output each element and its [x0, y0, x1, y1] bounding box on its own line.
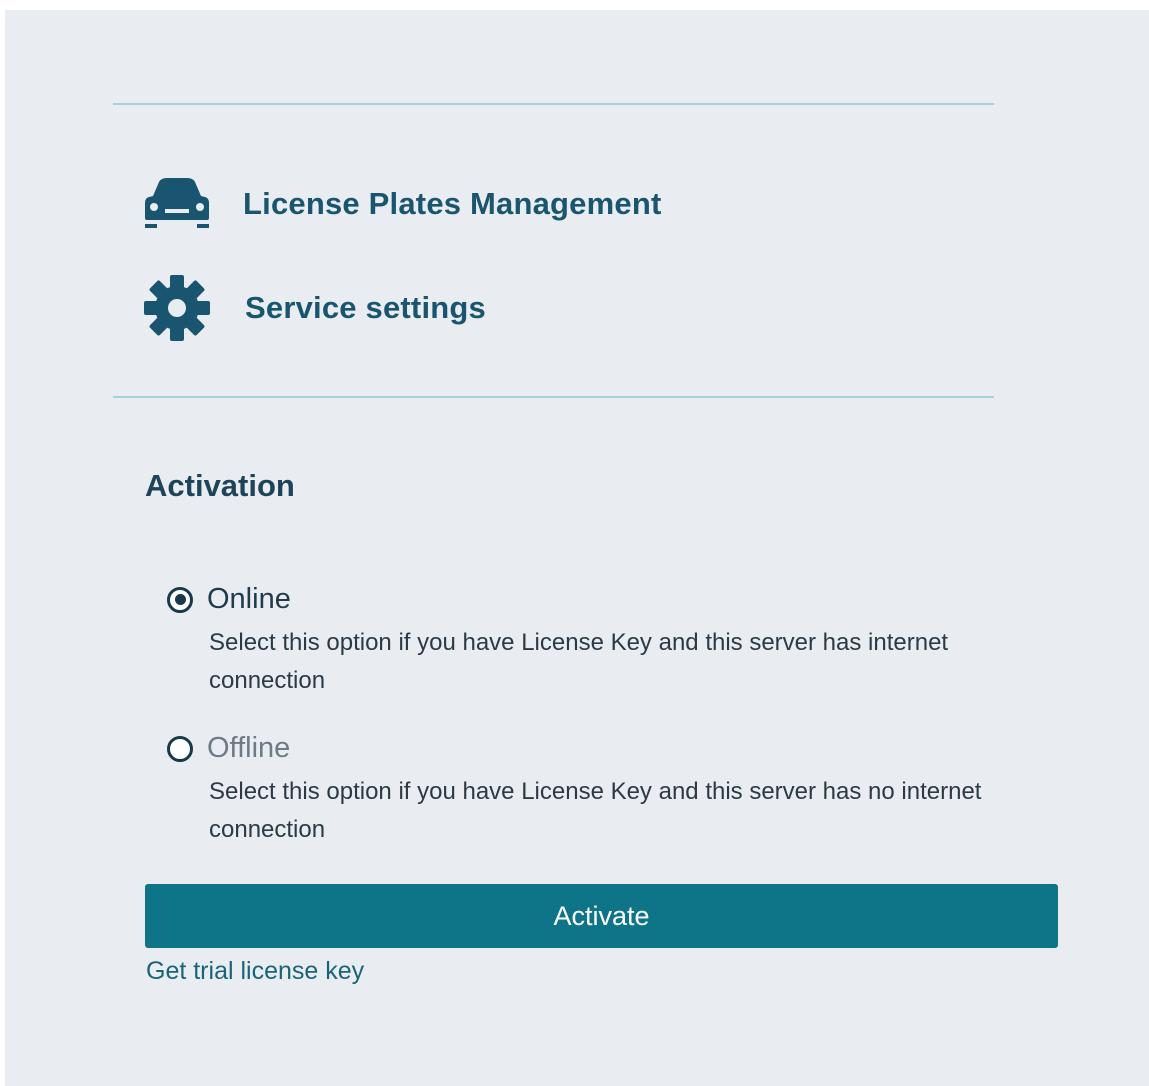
nav-service-settings[interactable]: Service settings [143, 274, 486, 342]
nav-license-plates-management[interactable]: License Plates Management [143, 170, 662, 238]
gear-icon [143, 274, 211, 342]
nav-label-license-plates: License Plates Management [243, 186, 662, 221]
middle-divider [113, 396, 994, 398]
option-online: Online Select this option if you have Li… [167, 583, 987, 700]
radio-selected-dot [174, 594, 186, 605]
nav-label-service-settings: Service settings [245, 290, 486, 325]
offline-radio-button[interactable] [167, 735, 193, 762]
activation-panel: License Plates Management Service settin… [5, 10, 1149, 1086]
option-offline: Offline Select this option if you have L… [167, 732, 987, 849]
online-option-description: Select this option if you have License K… [209, 629, 949, 694]
offline-option-label[interactable]: Offline [207, 732, 290, 765]
online-radio-button[interactable] [167, 586, 193, 613]
online-option-label[interactable]: Online [207, 583, 291, 616]
offline-radio-row[interactable]: Offline [167, 732, 987, 765]
online-radio-row[interactable]: Online [167, 583, 987, 616]
top-divider [113, 103, 994, 105]
activate-button[interactable]: Activate [145, 884, 1058, 948]
get-trial-license-key-link[interactable]: Get trial license key [146, 957, 364, 986]
offline-option-description: Select this option if you have License K… [209, 778, 982, 843]
car-icon [143, 170, 211, 238]
section-title-activation: Activation [145, 468, 295, 503]
